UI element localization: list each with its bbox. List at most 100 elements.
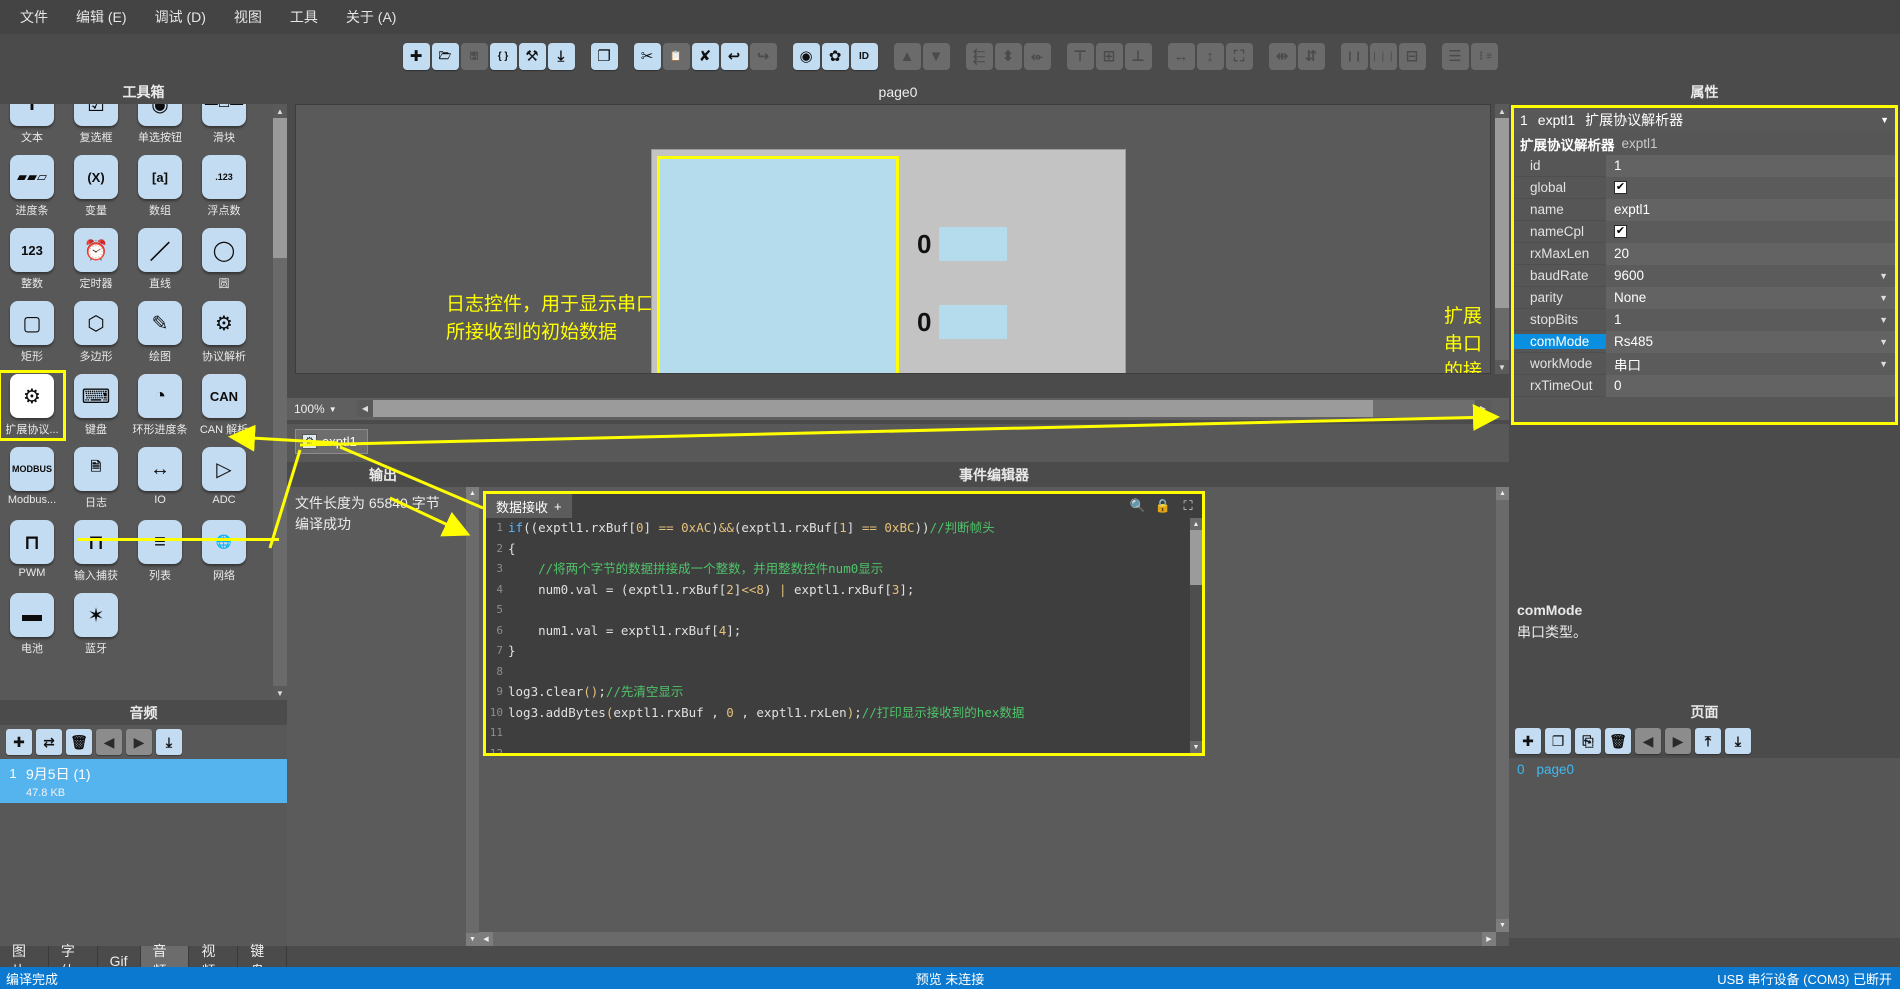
- toolbox-item-1[interactable]: ☑ 复选框: [66, 104, 126, 145]
- chevron-down-icon[interactable]: ▼: [1879, 315, 1888, 325]
- property-value[interactable]: 1: [1606, 154, 1895, 177]
- menu-item-4[interactable]: 工具: [276, 3, 332, 31]
- toolbox-item-13[interactable]: ⬡ 多边形: [66, 301, 126, 364]
- chevron-down-icon[interactable]: ▼: [1879, 337, 1888, 347]
- property-value[interactable]: ✔: [1606, 176, 1895, 199]
- toolbox-item-12[interactable]: ▢ 矩形: [2, 301, 62, 364]
- property-value[interactable]: 20: [1606, 242, 1895, 265]
- property-row-id[interactable]: id 1: [1514, 154, 1895, 177]
- toolbox-item-16[interactable]: ⚙ 扩展协议...: [0, 370, 66, 441]
- property-row-baudRate[interactable]: baudRate 9600 ▼: [1514, 264, 1895, 287]
- import-page-button[interactable]: ⤒: [1695, 728, 1721, 754]
- preview-icon[interactable]: ◉: [792, 43, 820, 70]
- event-scroll-right-icon[interactable]: ▶: [1482, 932, 1496, 946]
- settings-gear-icon[interactable]: ✿: [821, 43, 849, 70]
- toolbox-item-20[interactable]: MODBUS Modbus...: [2, 447, 62, 510]
- toolbox-item-22[interactable]: ↔ IO: [130, 447, 190, 510]
- chevron-down-icon[interactable]: ▼: [1879, 293, 1888, 303]
- property-value[interactable]: 0: [1606, 374, 1895, 397]
- replace-audio-button[interactable]: ⇄: [36, 729, 62, 755]
- open-folder-icon[interactable]: 🗁: [431, 43, 459, 70]
- code-vertical-scrollbar[interactable]: ▲ ▼: [1190, 518, 1202, 753]
- toolbox-scrollbar[interactable]: ▲ ▼: [273, 104, 287, 700]
- add-audio-button[interactable]: ✚: [6, 729, 32, 755]
- add-page-button[interactable]: ✚: [1515, 728, 1541, 754]
- toolbox-scroll-up-icon[interactable]: ▲: [273, 104, 287, 118]
- move-prev-button[interactable]: ◀: [96, 729, 122, 755]
- code-scroll-up-icon[interactable]: ▲: [1190, 518, 1202, 530]
- object-selector[interactable]: 1 exptl1 扩展协议解析器 ▼: [1514, 108, 1895, 132]
- property-row-workMode[interactable]: workMode 串口 ▼: [1514, 352, 1895, 375]
- event-scroll-left-icon[interactable]: ◀: [479, 932, 493, 946]
- object-chip-exptl1[interactable]: ⚙ exptl1: [295, 429, 368, 454]
- audio-list-item[interactable]: 1 9月5日 (1) 47.8 KB: [0, 759, 287, 803]
- property-value[interactable]: 9600 ▼: [1606, 264, 1895, 287]
- toolbox-item-29[interactable]: ✶ 蓝牙: [66, 593, 126, 656]
- menu-item-2[interactable]: 调试 (D): [141, 3, 220, 31]
- tab-data-receive[interactable]: 数据接收 +: [486, 494, 572, 518]
- menu-item-3[interactable]: 视图: [220, 3, 276, 31]
- scroll-left-icon[interactable]: ◀: [357, 400, 373, 417]
- property-value[interactable]: Rs485 ▼: [1606, 330, 1895, 353]
- toolbox-item-17[interactable]: ⌨ 键盘: [66, 374, 126, 437]
- num1-box[interactable]: [939, 305, 1008, 339]
- delete-audio-button[interactable]: 🗑: [66, 729, 92, 755]
- toolbox-item-3[interactable]: —▭— 滑块: [194, 104, 254, 145]
- log-control-widget[interactable]: [657, 156, 899, 373]
- menu-item-5[interactable]: 关于 (A): [332, 3, 411, 31]
- toolbox-item-9[interactable]: ⏰ 定时器: [66, 228, 126, 291]
- toolbox-item-8[interactable]: 123 整数: [2, 228, 62, 291]
- export-page-button[interactable]: ⤓: [1725, 728, 1751, 754]
- property-row-nameCpl[interactable]: nameCpl ✔: [1514, 220, 1895, 243]
- chevron-down-icon[interactable]: ▼: [1880, 115, 1889, 125]
- page-list-item[interactable]: 0 page0: [1509, 758, 1900, 780]
- property-row-name[interactable]: name exptl1: [1514, 198, 1895, 221]
- canvas-horizontal-scrollbar[interactable]: ◀ ▶: [357, 400, 1491, 417]
- toolbox-item-18[interactable]: ◔ 环形进度条: [130, 374, 190, 437]
- toolbox-item-23[interactable]: ▷ ADC: [194, 447, 254, 510]
- canvas-scroll-down-icon[interactable]: ▼: [1495, 360, 1509, 374]
- property-value[interactable]: 1 ▼: [1606, 308, 1895, 331]
- toolbox-item-26[interactable]: ≡ 列表: [130, 520, 190, 583]
- toolbox-item-6[interactable]: [a] 数组: [130, 155, 190, 218]
- property-row-rxMaxLen[interactable]: rxMaxLen 20: [1514, 242, 1895, 265]
- cut-icon[interactable]: ✂: [633, 43, 661, 70]
- lock-icon[interactable]: 🔒: [1152, 496, 1174, 516]
- copy-icon[interactable]: ❐: [590, 43, 618, 70]
- move-next-button[interactable]: ▶: [126, 729, 152, 755]
- toolbox-item-15[interactable]: ⚙ 协议解析: [194, 301, 254, 364]
- property-row-rxTimeOut[interactable]: rxTimeOut 0: [1514, 374, 1895, 397]
- code-scroll-thumb[interactable]: [1190, 530, 1202, 585]
- toolbox-item-19[interactable]: CAN CAN 解析: [194, 374, 254, 437]
- new-icon[interactable]: ✚: [402, 43, 430, 70]
- code-scroll-down-icon[interactable]: ▼: [1190, 741, 1202, 753]
- property-value[interactable]: 串口 ▼: [1606, 352, 1895, 375]
- property-value[interactable]: None ▼: [1606, 286, 1895, 309]
- property-value[interactable]: exptl1: [1606, 198, 1895, 221]
- toolbox-item-10[interactable]: ／ 直线: [130, 228, 190, 291]
- zoom-select[interactable]: 100% ▼: [291, 400, 346, 418]
- build-icon[interactable]: ⚒: [518, 43, 546, 70]
- toolbox-item-5[interactable]: (X) 变量: [66, 155, 126, 218]
- page-next-button[interactable]: ▶: [1665, 728, 1691, 754]
- event-scroll-down-icon[interactable]: ▼: [1496, 919, 1509, 932]
- output-scroll-down-icon[interactable]: ▼: [466, 933, 479, 946]
- search-icon[interactable]: 🔍: [1127, 496, 1149, 516]
- property-row-comMode[interactable]: comMode Rs485 ▼: [1514, 330, 1895, 353]
- menu-item-0[interactable]: 文件: [6, 3, 62, 31]
- event-scroll-up-icon[interactable]: ▲: [1496, 487, 1509, 500]
- canvas-vertical-scrollbar[interactable]: ▲ ▼: [1495, 104, 1509, 374]
- output-scrollbar[interactable]: ▲ ▼: [466, 487, 479, 946]
- delete-page-button[interactable]: 🗑: [1605, 728, 1631, 754]
- toolbox-item-21[interactable]: 🗎 日志: [66, 447, 126, 510]
- add-event-tab-icon[interactable]: +: [554, 499, 562, 514]
- undo-icon[interactable]: ↩: [720, 43, 748, 70]
- toolbox-item-24[interactable]: ⊓ PWM: [2, 520, 62, 583]
- download-icon[interactable]: ⤓: [547, 43, 575, 70]
- toolbox-item-11[interactable]: ◯ 圆: [194, 228, 254, 291]
- toolbox-item-2[interactable]: ◉ 单选按钮: [130, 104, 190, 145]
- toolbox-scroll-thumb[interactable]: [273, 118, 287, 258]
- property-row-stopBits[interactable]: stopBits 1 ▼: [1514, 308, 1895, 331]
- toolbox-item-14[interactable]: ✎ 绘图: [130, 301, 190, 364]
- toolbox-scroll-down-icon[interactable]: ▼: [273, 686, 287, 700]
